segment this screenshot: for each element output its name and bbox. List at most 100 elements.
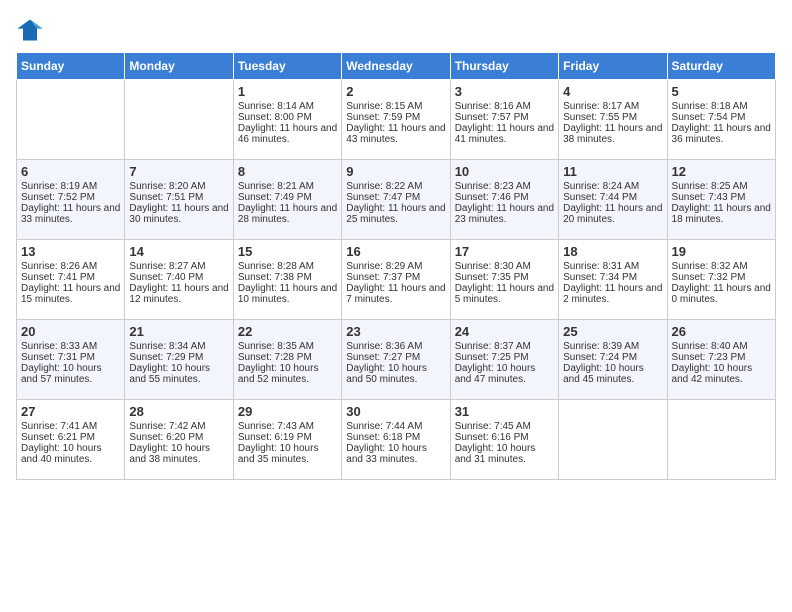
calendar-cell: 22Sunrise: 8:35 AMSunset: 7:28 PMDayligh… bbox=[233, 320, 341, 400]
day-info: Sunset: 7:40 PM bbox=[129, 272, 228, 283]
calendar-cell: 6Sunrise: 8:19 AMSunset: 7:52 PMDaylight… bbox=[17, 160, 125, 240]
day-info: Sunset: 6:21 PM bbox=[21, 432, 120, 443]
logo bbox=[16, 16, 48, 44]
day-number: 12 bbox=[672, 164, 771, 179]
day-number: 14 bbox=[129, 244, 228, 259]
day-number: 24 bbox=[455, 324, 554, 339]
day-info: Sunset: 7:32 PM bbox=[672, 272, 771, 283]
day-info: Sunset: 7:46 PM bbox=[455, 192, 554, 203]
calendar-cell: 15Sunrise: 8:28 AMSunset: 7:38 PMDayligh… bbox=[233, 240, 341, 320]
day-number: 29 bbox=[238, 404, 337, 419]
calendar-table: SundayMondayTuesdayWednesdayThursdayFrid… bbox=[16, 52, 776, 480]
calendar-cell: 14Sunrise: 8:27 AMSunset: 7:40 PMDayligh… bbox=[125, 240, 233, 320]
day-info: Sunrise: 8:36 AM bbox=[346, 341, 445, 352]
day-info: Sunrise: 7:43 AM bbox=[238, 421, 337, 432]
day-info: Daylight: 10 hours and 35 minutes. bbox=[238, 443, 337, 465]
calendar-cell: 21Sunrise: 8:34 AMSunset: 7:29 PMDayligh… bbox=[125, 320, 233, 400]
day-info: Sunset: 7:31 PM bbox=[21, 352, 120, 363]
calendar-header-row: SundayMondayTuesdayWednesdayThursdayFrid… bbox=[17, 53, 776, 80]
day-info: Sunset: 7:44 PM bbox=[563, 192, 662, 203]
day-info: Daylight: 11 hours and 10 minutes. bbox=[238, 283, 337, 305]
calendar-day-header: Monday bbox=[125, 53, 233, 80]
day-number: 23 bbox=[346, 324, 445, 339]
day-number: 26 bbox=[672, 324, 771, 339]
calendar-cell: 16Sunrise: 8:29 AMSunset: 7:37 PMDayligh… bbox=[342, 240, 450, 320]
day-info: Sunrise: 8:31 AM bbox=[563, 261, 662, 272]
day-number: 28 bbox=[129, 404, 228, 419]
day-info: Sunset: 7:59 PM bbox=[346, 112, 445, 123]
day-info: Sunrise: 8:16 AM bbox=[455, 101, 554, 112]
day-number: 13 bbox=[21, 244, 120, 259]
day-info: Daylight: 11 hours and 43 minutes. bbox=[346, 123, 445, 145]
day-info: Sunrise: 8:39 AM bbox=[563, 341, 662, 352]
day-info: Daylight: 11 hours and 0 minutes. bbox=[672, 283, 771, 305]
day-info: Daylight: 10 hours and 33 minutes. bbox=[346, 443, 445, 465]
day-number: 21 bbox=[129, 324, 228, 339]
day-info: Sunset: 7:55 PM bbox=[563, 112, 662, 123]
day-info: Sunrise: 8:34 AM bbox=[129, 341, 228, 352]
day-info: Sunrise: 8:19 AM bbox=[21, 181, 120, 192]
day-info: Daylight: 11 hours and 46 minutes. bbox=[238, 123, 337, 145]
day-info: Daylight: 11 hours and 23 minutes. bbox=[455, 203, 554, 225]
day-info: Daylight: 11 hours and 12 minutes. bbox=[129, 283, 228, 305]
calendar-cell: 1Sunrise: 8:14 AMSunset: 8:00 PMDaylight… bbox=[233, 80, 341, 160]
day-info: Daylight: 10 hours and 55 minutes. bbox=[129, 363, 228, 385]
day-number: 25 bbox=[563, 324, 662, 339]
day-info: Daylight: 10 hours and 40 minutes. bbox=[21, 443, 120, 465]
day-info: Daylight: 11 hours and 18 minutes. bbox=[672, 203, 771, 225]
day-info: Daylight: 10 hours and 47 minutes. bbox=[455, 363, 554, 385]
day-info: Sunrise: 7:41 AM bbox=[21, 421, 120, 432]
day-info: Sunrise: 8:35 AM bbox=[238, 341, 337, 352]
day-info: Sunrise: 8:37 AM bbox=[455, 341, 554, 352]
day-number: 1 bbox=[238, 84, 337, 99]
calendar-week-row: 6Sunrise: 8:19 AMSunset: 7:52 PMDaylight… bbox=[17, 160, 776, 240]
calendar-week-row: 27Sunrise: 7:41 AMSunset: 6:21 PMDayligh… bbox=[17, 400, 776, 480]
logo-icon bbox=[16, 16, 44, 44]
calendar-cell: 17Sunrise: 8:30 AMSunset: 7:35 PMDayligh… bbox=[450, 240, 558, 320]
calendar-cell bbox=[559, 400, 667, 480]
day-number: 2 bbox=[346, 84, 445, 99]
calendar-cell: 24Sunrise: 8:37 AMSunset: 7:25 PMDayligh… bbox=[450, 320, 558, 400]
day-info: Sunrise: 7:45 AM bbox=[455, 421, 554, 432]
day-number: 18 bbox=[563, 244, 662, 259]
day-number: 22 bbox=[238, 324, 337, 339]
day-number: 3 bbox=[455, 84, 554, 99]
day-info: Sunset: 7:49 PM bbox=[238, 192, 337, 203]
calendar-cell: 29 Sunrise: 7:43 AMSunset: 6:19 PMDayligh… bbox=[233, 400, 341, 480]
day-info: Sunset: 7:35 PM bbox=[455, 272, 554, 283]
calendar-day-header: Saturday bbox=[667, 53, 775, 80]
day-info: Sunset: 6:19 PM bbox=[238, 432, 337, 443]
day-info: Sunrise: 8:40 AM bbox=[672, 341, 771, 352]
day-info: Sunset: 6:18 PM bbox=[346, 432, 445, 443]
calendar-week-row: 1Sunrise: 8:14 AMSunset: 8:00 PMDaylight… bbox=[17, 80, 776, 160]
calendar-cell: 2Sunrise: 8:15 AMSunset: 7:59 PMDaylight… bbox=[342, 80, 450, 160]
day-info: Sunset: 7:51 PM bbox=[129, 192, 228, 203]
day-info: Sunset: 7:34 PM bbox=[563, 272, 662, 283]
calendar-cell: 11Sunrise: 8:24 AMSunset: 7:44 PMDayligh… bbox=[559, 160, 667, 240]
day-info: Daylight: 11 hours and 25 minutes. bbox=[346, 203, 445, 225]
day-info: Daylight: 11 hours and 38 minutes. bbox=[563, 123, 662, 145]
day-info: Sunrise: 8:25 AM bbox=[672, 181, 771, 192]
calendar-cell: 4Sunrise: 8:17 AMSunset: 7:55 PMDaylight… bbox=[559, 80, 667, 160]
day-info: Daylight: 11 hours and 5 minutes. bbox=[455, 283, 554, 305]
day-number: 17 bbox=[455, 244, 554, 259]
calendar-cell: 31Sunrise: 7:45 AMSunset: 6:16 PMDayligh… bbox=[450, 400, 558, 480]
calendar-day-header: Wednesday bbox=[342, 53, 450, 80]
day-number: 8 bbox=[238, 164, 337, 179]
day-number: 11 bbox=[563, 164, 662, 179]
day-info: Daylight: 11 hours and 33 minutes. bbox=[21, 203, 120, 225]
calendar-day-header: Sunday bbox=[17, 53, 125, 80]
day-info: Daylight: 11 hours and 30 minutes. bbox=[129, 203, 228, 225]
day-number: 5 bbox=[672, 84, 771, 99]
calendar-cell: 23Sunrise: 8:36 AMSunset: 7:27 PMDayligh… bbox=[342, 320, 450, 400]
calendar-cell: 10Sunrise: 8:23 AMSunset: 7:46 PMDayligh… bbox=[450, 160, 558, 240]
calendar-cell bbox=[125, 80, 233, 160]
calendar-cell: 9Sunrise: 8:22 AMSunset: 7:47 PMDaylight… bbox=[342, 160, 450, 240]
day-info: Sunrise: 8:33 AM bbox=[21, 341, 120, 352]
calendar-week-row: 20Sunrise: 8:33 AMSunset: 7:31 PMDayligh… bbox=[17, 320, 776, 400]
day-info: Sunrise: 8:18 AM bbox=[672, 101, 771, 112]
calendar-week-row: 13Sunrise: 8:26 AMSunset: 7:41 PMDayligh… bbox=[17, 240, 776, 320]
day-info: Daylight: 11 hours and 28 minutes. bbox=[238, 203, 337, 225]
day-info: Sunset: 7:54 PM bbox=[672, 112, 771, 123]
day-info: Daylight: 10 hours and 50 minutes. bbox=[346, 363, 445, 385]
